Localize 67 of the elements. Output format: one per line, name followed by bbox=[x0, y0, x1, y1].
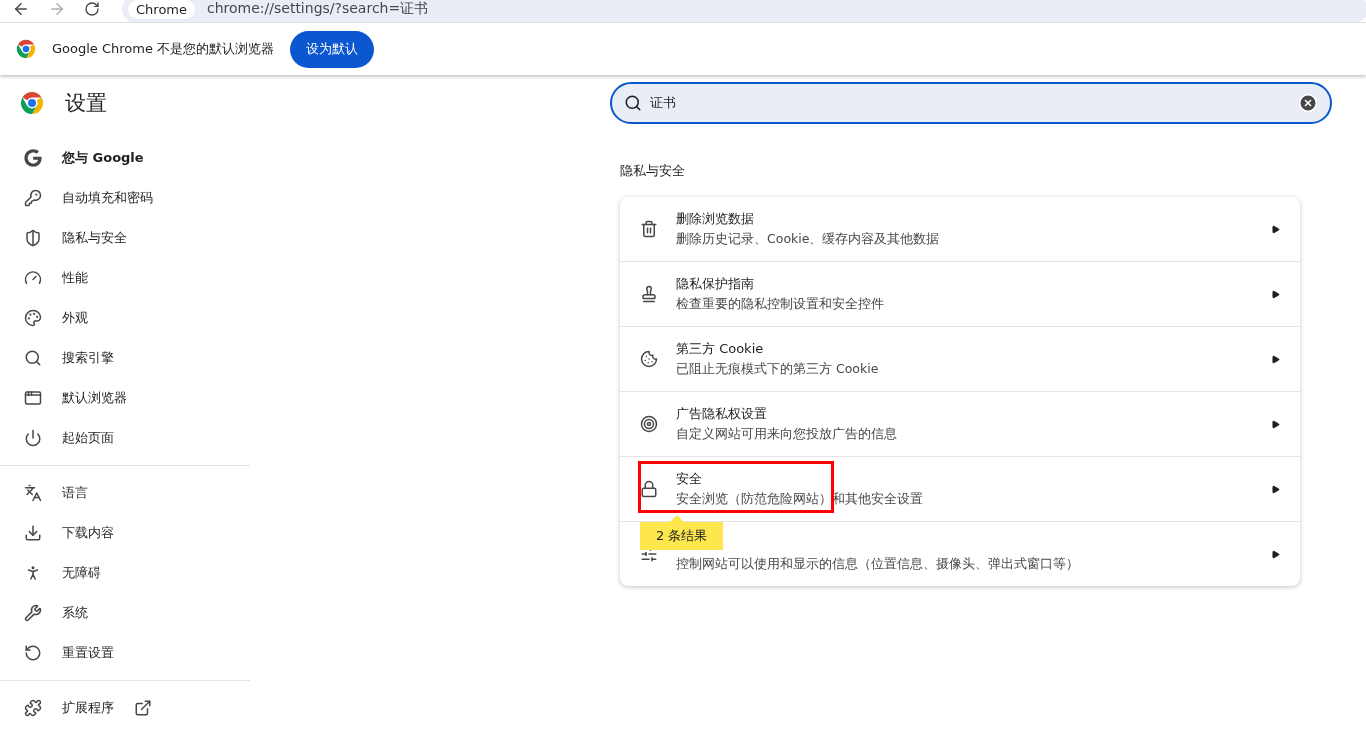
row-subtitle: 检查重要的隐私控制设置和安全控件 bbox=[676, 296, 885, 313]
sidebar-item[interactable]: 语言 bbox=[0, 473, 250, 513]
download-icon bbox=[24, 524, 42, 542]
sidebar-item[interactable]: 隐私与安全 bbox=[0, 218, 250, 258]
sidebar-item[interactable]: 重置设置 bbox=[0, 633, 250, 673]
sidebar-item[interactable]: 性能 bbox=[0, 258, 250, 298]
power-icon bbox=[24, 429, 42, 447]
search-field[interactable]: 证书 bbox=[610, 82, 1332, 124]
sidebar-item[interactable]: 扩展程序 bbox=[0, 688, 250, 728]
row-subtitle: 已阻止无痕模式下的第三方 Cookie bbox=[676, 361, 880, 378]
address-bar[interactable]: Chrome chrome://settings/?search=证书 bbox=[122, 0, 1366, 22]
url-text: chrome://settings/?search=证书 bbox=[207, 0, 429, 18]
palette-icon bbox=[24, 309, 42, 327]
puzzle-icon bbox=[24, 699, 42, 717]
sidebar-item[interactable]: 您与 Google bbox=[0, 138, 250, 178]
cookie-icon bbox=[640, 350, 658, 368]
row-title: 第三方 Cookie bbox=[676, 340, 765, 358]
arrow-right-icon bbox=[1271, 419, 1280, 429]
search-query: 证书 bbox=[650, 94, 677, 112]
arrow-right-icon bbox=[1271, 549, 1280, 559]
settings-row[interactable]: 隐私保护指南 检查重要的隐私控制设置和安全控件 bbox=[620, 261, 1300, 326]
row-subtitle: 删除历史记录、Cookie、缓存内容及其他数据 bbox=[676, 231, 941, 248]
back-button[interactable] bbox=[12, 0, 30, 18]
window-icon bbox=[24, 389, 42, 407]
settings-row[interactable]: 广告隐私权设置 自定义网站可用来向您投放广告的信息 bbox=[620, 391, 1300, 456]
sidebar-item[interactable]: 自动填充和密码 bbox=[0, 178, 250, 218]
row-subtitle: 自定义网站可用来向您投放广告的信息 bbox=[676, 426, 898, 443]
settings-row[interactable]: 删除浏览数据 删除历史记录、Cookie、缓存内容及其他数据 bbox=[620, 197, 1300, 261]
sidebar-item[interactable]: 系统 bbox=[0, 593, 250, 633]
arrow-right-icon bbox=[1271, 354, 1280, 364]
sidebar-item[interactable]: 外观 bbox=[0, 298, 250, 338]
key-icon bbox=[24, 189, 42, 207]
chrome-logo-icon bbox=[20, 91, 44, 115]
wrench-icon bbox=[24, 604, 42, 622]
page-title: 设置 bbox=[65, 90, 107, 117]
sidebar-item[interactable]: 无障碍 bbox=[0, 553, 250, 593]
sidebar-item[interactable]: 起始页面 bbox=[0, 418, 250, 458]
banner-message: Google Chrome 不是您的默认浏览器 bbox=[52, 40, 275, 58]
trash-icon bbox=[640, 220, 658, 238]
stamp-icon bbox=[640, 285, 658, 303]
site-chip: Chrome bbox=[128, 0, 195, 19]
gauge-icon bbox=[24, 269, 42, 287]
set-default-button[interactable]: 设为默认 bbox=[290, 30, 375, 68]
lock-icon bbox=[640, 480, 658, 498]
sidebar-item[interactable]: 搜索引擎 bbox=[0, 338, 250, 378]
google-g-icon bbox=[24, 149, 42, 167]
search-icon bbox=[624, 94, 642, 112]
reload-button[interactable] bbox=[84, 1, 100, 17]
row-title: 安全 bbox=[676, 470, 703, 488]
row-subtitle: 控制网站可以使用和显示的信息（位置信息、摄像头、弹出式窗口等） bbox=[676, 555, 1080, 573]
search-icon bbox=[24, 349, 42, 367]
arrow-right-icon bbox=[1271, 484, 1280, 494]
row-title: 删除浏览数据 bbox=[676, 210, 755, 228]
reset-icon bbox=[24, 644, 42, 662]
arrow-right-icon bbox=[1271, 224, 1280, 234]
target-icon bbox=[640, 415, 658, 433]
row-title: 隐私保护指南 bbox=[676, 275, 755, 293]
sidebar-item[interactable]: 默认浏览器 bbox=[0, 378, 250, 418]
clear-search-button[interactable] bbox=[1298, 93, 1318, 113]
shield-icon bbox=[24, 229, 42, 247]
section-title: 隐私与安全 bbox=[620, 162, 686, 180]
settings-row[interactable]: 第三方 Cookie 已阻止无痕模式下的第三方 Cookie bbox=[620, 326, 1300, 391]
language-icon bbox=[24, 484, 42, 502]
arrow-right-icon bbox=[1271, 289, 1280, 299]
row-title: 广告隐私权设置 bbox=[676, 405, 768, 423]
chrome-logo-icon bbox=[16, 39, 36, 59]
sidebar-item[interactable]: 下载内容 bbox=[0, 513, 250, 553]
